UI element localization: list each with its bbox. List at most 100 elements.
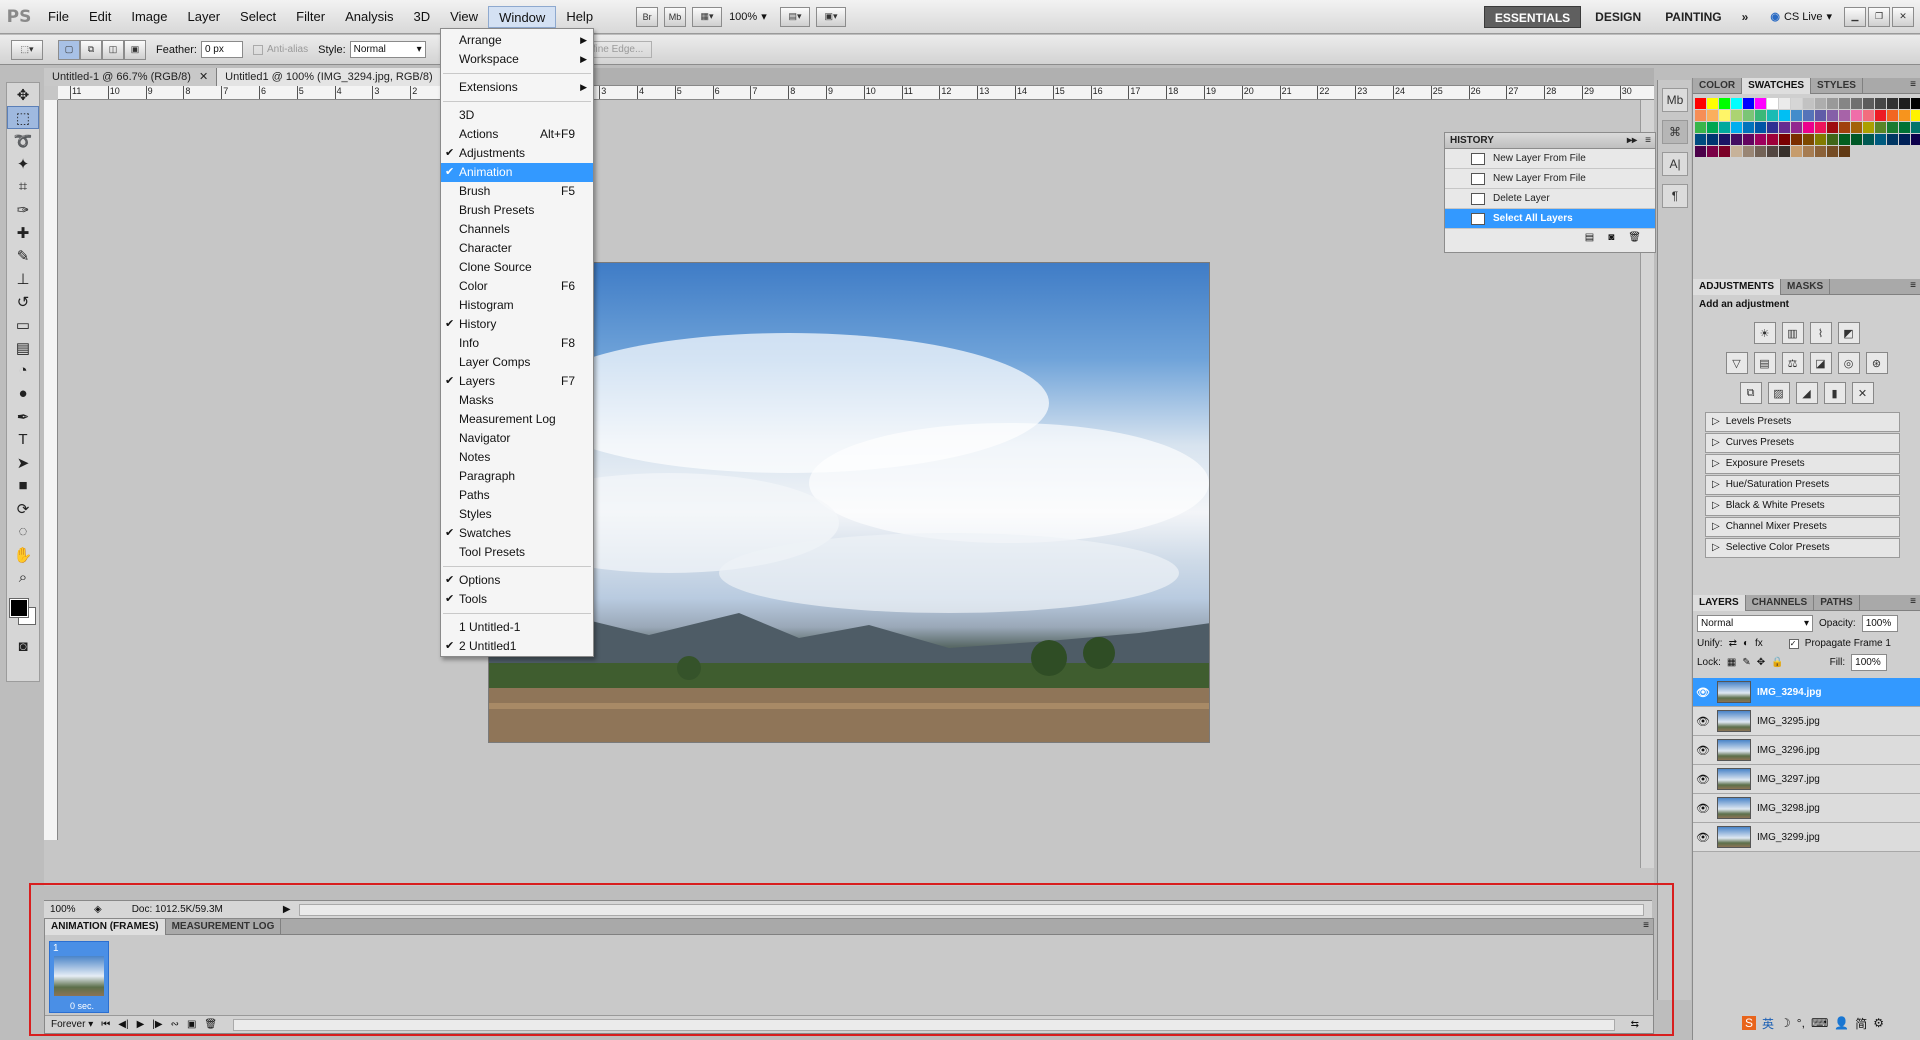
swatch[interactable]	[1791, 134, 1802, 145]
brush-tool-icon[interactable]: ✎	[7, 244, 39, 267]
window-menu-item-tool-presets[interactable]: Tool Presets	[441, 543, 593, 562]
visibility-eye-icon[interactable]: 👁	[1693, 802, 1713, 815]
unify-style-icon[interactable]: fx	[1755, 638, 1763, 649]
swatch[interactable]	[1707, 110, 1718, 121]
swatch[interactable]	[1803, 146, 1814, 157]
panel-tab-animation-frames-[interactable]: ANIMATION (FRAMES)	[45, 919, 166, 935]
swatch[interactable]	[1875, 134, 1886, 145]
adjustment-preset[interactable]: ▷ Channel Mixer Presets	[1705, 517, 1900, 537]
character-icon[interactable]: A|	[1662, 152, 1688, 176]
previous-frame-icon[interactable]: ◀|	[118, 1019, 128, 1030]
window-menu-item-clone-source[interactable]: Clone Source	[441, 258, 593, 277]
minimize-icon[interactable]: ▁	[1844, 6, 1866, 27]
ime-punctuation-icon[interactable]: ☽	[1780, 1016, 1791, 1030]
swatch[interactable]	[1839, 134, 1850, 145]
swatch[interactable]	[1911, 110, 1920, 121]
menu-3d[interactable]: 3D	[403, 6, 440, 28]
window-menu-item-navigator[interactable]: Navigator	[441, 429, 593, 448]
swatch[interactable]	[1767, 110, 1778, 121]
window-menu-item-notes[interactable]: Notes	[441, 448, 593, 467]
swatch[interactable]	[1779, 110, 1790, 121]
style-select[interactable]: Normal ▾	[349, 41, 426, 58]
more-workspaces-button[interactable]: »	[1732, 6, 1759, 28]
swatch[interactable]	[1851, 110, 1862, 121]
3d-rotate-icon[interactable]: ⟳	[7, 497, 39, 520]
swatch[interactable]	[1791, 146, 1802, 157]
swatch[interactable]	[1791, 122, 1802, 133]
move-tool-icon[interactable]: ✥	[7, 83, 39, 106]
marquee-tool-icon[interactable]: ⬚	[7, 106, 39, 129]
swatch[interactable]	[1863, 122, 1874, 133]
window-menu-item-measurement-log[interactable]: Measurement Log	[441, 410, 593, 429]
view-extras-button[interactable]: ▦▾	[692, 6, 723, 27]
zoom-level-select[interactable]: 100% ▾	[729, 7, 773, 27]
ime-user-icon[interactable]: 👤	[1834, 1016, 1849, 1030]
panel-menu-icon[interactable]: ≡	[1910, 280, 1916, 291]
panel-tab-paths[interactable]: PATHS	[1814, 595, 1860, 611]
menu-file[interactable]: File	[38, 6, 79, 28]
swatch[interactable]	[1839, 110, 1850, 121]
color-balance-icon[interactable]: ⚖	[1781, 352, 1804, 374]
history-brush-icon[interactable]: ↺	[7, 290, 39, 313]
frames-scrollbar[interactable]	[233, 1018, 1615, 1031]
adjustment-preset[interactable]: ▷ Black & White Presets	[1705, 496, 1900, 516]
swatch[interactable]	[1719, 134, 1730, 145]
type-tool-icon[interactable]: T	[7, 428, 39, 451]
swatch[interactable]	[1707, 134, 1718, 145]
window-menu-item-arrange[interactable]: Arrange ▶	[441, 31, 593, 50]
swatch[interactable]	[1695, 146, 1706, 157]
healing-brush-icon[interactable]: ✚	[7, 221, 39, 244]
swatch[interactable]	[1731, 98, 1742, 109]
window-menu-item-channels[interactable]: Channels	[441, 220, 593, 239]
adjustment-preset[interactable]: ▷ Curves Presets	[1705, 433, 1900, 453]
unify-position-icon[interactable]: ⇄	[1729, 638, 1737, 649]
swatch[interactable]	[1911, 98, 1920, 109]
hue-saturation-icon[interactable]: ▤	[1753, 352, 1776, 374]
status-info-icon[interactable]: ◈	[94, 904, 102, 915]
menu-filter[interactable]: Filter	[286, 6, 335, 28]
panel-tab-styles[interactable]: STYLES	[1811, 78, 1863, 94]
play-icon[interactable]: ▶	[137, 1019, 145, 1030]
color-swatches[interactable]	[7, 595, 39, 635]
swatch[interactable]	[1815, 98, 1826, 109]
cs-live-button[interactable]: ◉ CS Live ▾	[1770, 10, 1832, 24]
swatch[interactable]	[1779, 134, 1790, 145]
collapse-panel-icon[interactable]: ▸▸	[1627, 133, 1637, 149]
adjustment-preset[interactable]: ▷ Hue/Saturation Presets	[1705, 475, 1900, 495]
swatch[interactable]	[1707, 122, 1718, 133]
panel-tab-adjustments[interactable]: ADJUSTMENTS	[1693, 279, 1782, 295]
swatch[interactable]	[1695, 110, 1706, 121]
panel-tab-swatches[interactable]: SWATCHES	[1742, 78, 1812, 94]
swatch[interactable]	[1767, 122, 1778, 133]
eyedropper-tool-icon[interactable]: ✑	[7, 198, 39, 221]
swatch[interactable]	[1767, 134, 1778, 145]
window-menu-item-styles[interactable]: Styles	[441, 505, 593, 524]
swatch[interactable]	[1827, 134, 1838, 145]
window-menu-item-brush-presets[interactable]: Brush Presets	[441, 201, 593, 220]
mini-bridge-icon[interactable]: Mb	[1662, 88, 1688, 112]
swatch[interactable]	[1755, 98, 1766, 109]
fill-input[interactable]: 100%	[1851, 654, 1888, 671]
tween-icon[interactable]: ∾	[171, 1019, 179, 1030]
screen-mode-button[interactable]: ▣▾	[816, 6, 847, 27]
posterize-icon[interactable]: ▨	[1767, 382, 1790, 404]
canvas-image[interactable]	[488, 262, 1210, 743]
visibility-eye-icon[interactable]: 👁	[1693, 773, 1713, 786]
new-document-from-state-icon[interactable]: ▤	[1585, 232, 1594, 243]
lasso-tool-icon[interactable]: ➰	[7, 129, 39, 152]
swatch[interactable]	[1755, 110, 1766, 121]
swatch[interactable]	[1803, 134, 1814, 145]
swatch[interactable]	[1791, 110, 1802, 121]
window-menu-item-character[interactable]: Character	[441, 239, 593, 258]
loop-select[interactable]: Forever ▾	[51, 1019, 93, 1030]
lock-all-icon[interactable]: 🔒	[1771, 657, 1783, 668]
intersect-selection-icon[interactable]: ▣	[124, 39, 146, 60]
swatch[interactable]	[1767, 146, 1778, 157]
window-menu-item-brush[interactable]: Brush F5	[441, 182, 593, 201]
swatch[interactable]	[1755, 134, 1766, 145]
visibility-eye-icon[interactable]: 👁	[1693, 831, 1713, 844]
swatch[interactable]	[1695, 134, 1706, 145]
swatch[interactable]	[1899, 110, 1910, 121]
swatch[interactable]	[1887, 98, 1898, 109]
menu-window[interactable]: Window	[488, 5, 557, 28]
